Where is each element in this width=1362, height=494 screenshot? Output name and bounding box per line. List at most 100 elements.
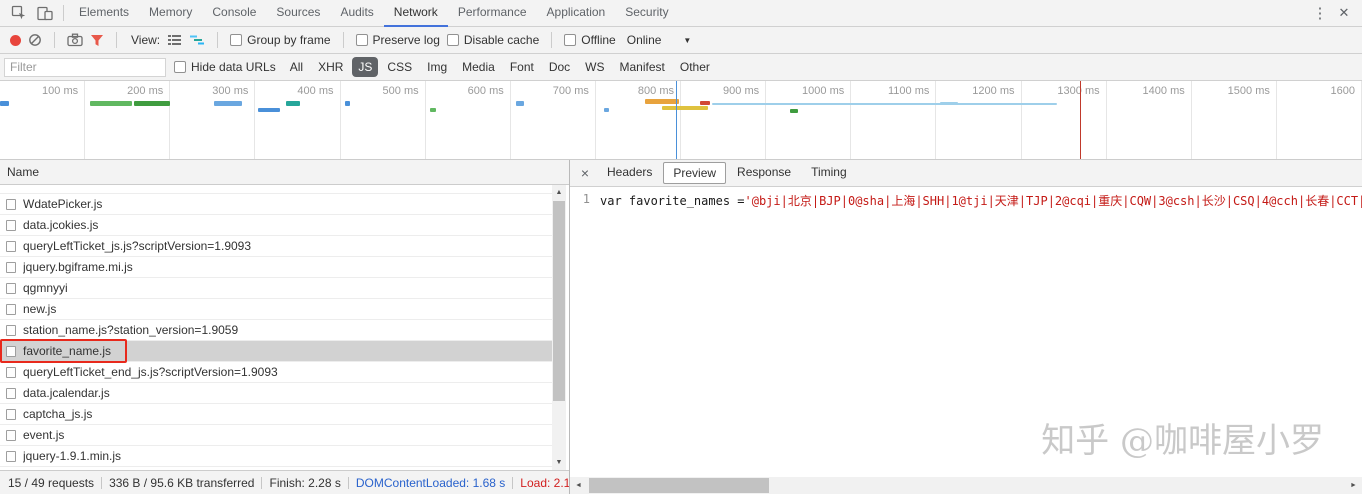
devtools-tab-audits[interactable]: Audits bbox=[330, 0, 383, 27]
view-waterfall-icon[interactable] bbox=[189, 34, 205, 46]
devtools-tab-network[interactable]: Network bbox=[383, 0, 448, 27]
preview-content[interactable]: 1 var favorite_names ='@bji|北京|BJP|0@sha… bbox=[570, 187, 1362, 477]
request-row[interactable]: jquery.bgiframe.mi.js bbox=[0, 257, 552, 278]
request-row[interactable]: station_name.js?station_version=1.9059 bbox=[0, 320, 552, 341]
timeline-tick-label: 1400 ms bbox=[1142, 85, 1185, 97]
name-column-header[interactable]: Name bbox=[0, 160, 569, 185]
file-icon bbox=[6, 282, 16, 294]
divider bbox=[217, 32, 219, 48]
filter-type-js[interactable]: JS bbox=[352, 57, 379, 77]
filter-type-manifest[interactable]: Manifest bbox=[614, 57, 671, 77]
request-row[interactable]: event.js bbox=[0, 425, 552, 446]
divider bbox=[116, 32, 117, 48]
offline-checkbox[interactable]: Offline bbox=[564, 33, 616, 47]
scrollbar-track[interactable] bbox=[587, 477, 1345, 494]
timeline-gridline: 1000 ms bbox=[766, 81, 852, 159]
load-event-line bbox=[1080, 81, 1081, 159]
close-devtools-icon[interactable]: ✕ bbox=[1332, 5, 1356, 21]
group-by-frame-label: Group by frame bbox=[247, 33, 331, 47]
scrollbar-thumb[interactable] bbox=[553, 201, 565, 401]
devtools-tab-security[interactable]: Security bbox=[615, 0, 678, 27]
hide-data-urls-checkbox[interactable]: Hide data URLs bbox=[174, 60, 276, 74]
preserve-log-label: Preserve log bbox=[372, 33, 440, 47]
filter-type-font[interactable]: Font bbox=[504, 57, 540, 77]
kebab-menu-icon[interactable]: ⋮ bbox=[1308, 4, 1332, 22]
request-name: jquery.bgiframe.mi.js bbox=[23, 260, 133, 274]
device-toolbar-icon[interactable] bbox=[32, 0, 58, 26]
request-row[interactable]: new.js bbox=[0, 299, 552, 320]
scroll-left-arrow[interactable]: ◄ bbox=[570, 477, 587, 494]
timeline-tick-label: 700 ms bbox=[552, 85, 589, 97]
timeline-tick-label: 300 ms bbox=[212, 85, 249, 97]
requests-count: 15 / 49 requests bbox=[8, 475, 95, 490]
screenshot-camera-icon[interactable] bbox=[67, 33, 83, 47]
request-row[interactable]: qgmnyyi bbox=[0, 278, 552, 299]
code-line: 1 var favorite_names ='@bji|北京|BJP|0@sha… bbox=[570, 192, 1362, 209]
request-row[interactable]: jquery-1.9.1.min.js bbox=[0, 446, 552, 467]
close-detail-icon[interactable]: × bbox=[576, 165, 594, 181]
scroll-right-arrow[interactable]: ► bbox=[1345, 477, 1362, 494]
devtools-tab-sources[interactable]: Sources bbox=[266, 0, 330, 27]
request-row[interactable]: queryLeftTicket_end_js.js?scriptVersion=… bbox=[0, 362, 552, 383]
request-row[interactable]: data.jcokies.js bbox=[0, 215, 552, 236]
request-row[interactable]: captcha_js.js bbox=[0, 404, 552, 425]
devtools-tabbar: Elements Memory Console Sources Audits Networ… bbox=[0, 0, 1362, 27]
inspect-element-icon[interactable] bbox=[6, 0, 32, 26]
finish-time: Finish: 2.28 s bbox=[269, 475, 341, 490]
view-list-icon[interactable] bbox=[167, 34, 182, 46]
devtools-tab-application[interactable]: Application bbox=[537, 0, 616, 27]
devtools-tab-performance[interactable]: Performance bbox=[448, 0, 537, 27]
filter-type-doc[interactable]: Doc bbox=[543, 57, 576, 77]
dom-content-loaded-line bbox=[676, 81, 677, 159]
timeline-tick-label: 1300 ms bbox=[1057, 85, 1100, 97]
filter-funnel-icon[interactable] bbox=[90, 34, 104, 47]
divider bbox=[63, 5, 64, 21]
group-by-frame-checkbox[interactable]: Group by frame bbox=[230, 33, 331, 47]
request-name: event.js bbox=[23, 428, 65, 442]
scroll-up-arrow[interactable]: ▲ bbox=[552, 185, 566, 200]
throttling-dropdown[interactable]: Online ▼ bbox=[627, 33, 692, 47]
record-button[interactable] bbox=[10, 34, 21, 46]
scrollbar-thumb[interactable] bbox=[589, 478, 769, 493]
filter-type-xhr[interactable]: XHR bbox=[312, 57, 349, 77]
timeline-tick-label: 200 ms bbox=[127, 85, 164, 97]
detail-tab-headers[interactable]: Headers bbox=[598, 162, 661, 184]
checkbox-box bbox=[446, 34, 459, 46]
timeline-gridline: 1500 ms bbox=[1192, 81, 1277, 159]
filter-type-ws[interactable]: WS bbox=[579, 57, 610, 77]
request-row[interactable]: queryLeftTicket_js.js?scriptVersion=1.90… bbox=[0, 236, 552, 257]
timeline-tick-label: 1500 ms bbox=[1227, 85, 1270, 97]
filter-input[interactable] bbox=[4, 57, 166, 77]
filter-type-all[interactable]: All bbox=[284, 57, 309, 77]
vertical-scrollbar[interactable]: ▲ ▼ bbox=[552, 185, 566, 470]
request-name: station_name.js?station_version=1.9059 bbox=[23, 323, 239, 337]
scroll-down-arrow[interactable]: ▼ bbox=[552, 455, 566, 470]
devtools-tab-elements[interactable]: Elements bbox=[69, 0, 139, 27]
network-overview-timeline[interactable]: 100 ms 200 ms 300 ms 400 ms 500 ms 600 ms 700 … bbox=[0, 81, 1362, 160]
timeline-tick-label: 600 ms bbox=[467, 85, 504, 97]
file-icon bbox=[6, 429, 16, 441]
divider bbox=[347, 476, 349, 489]
filter-type-media[interactable]: Media bbox=[456, 57, 501, 77]
request-row[interactable]: favorite_name.js bbox=[0, 339, 552, 363]
preserve-log-checkbox[interactable]: Preserve log bbox=[355, 33, 440, 47]
request-row[interactable]: WdatePicker.js bbox=[0, 194, 552, 215]
detail-tab-timing[interactable]: Timing bbox=[802, 162, 856, 184]
network-content: Name WdatePicker.js data.jcokies.js queryL… bbox=[0, 160, 1362, 494]
requests-pane: Name WdatePicker.js data.jcokies.js queryL… bbox=[0, 160, 570, 494]
filter-type-css[interactable]: CSS bbox=[381, 57, 418, 77]
clear-icon[interactable] bbox=[28, 33, 42, 47]
request-row[interactable]: data.jcalendar.js bbox=[0, 383, 552, 404]
timeline-gridline: 1100 ms bbox=[851, 81, 937, 159]
detail-tab-preview[interactable]: Preview bbox=[663, 162, 727, 184]
detail-tab-response[interactable]: Response bbox=[728, 162, 800, 184]
disable-cache-checkbox[interactable]: Disable cache bbox=[446, 33, 539, 47]
timeline-activity-bar bbox=[712, 103, 1057, 105]
filter-type-img[interactable]: Img bbox=[421, 57, 453, 77]
devtools-tab-memory[interactable]: Memory bbox=[139, 0, 202, 27]
timeline-activity-bar bbox=[90, 101, 132, 106]
devtools-tab-console[interactable]: Console bbox=[202, 0, 266, 27]
horizontal-scrollbar[interactable]: ◄ ► bbox=[570, 477, 1362, 494]
hide-data-urls-label: Hide data URLs bbox=[191, 60, 276, 74]
filter-type-other[interactable]: Other bbox=[674, 57, 716, 77]
